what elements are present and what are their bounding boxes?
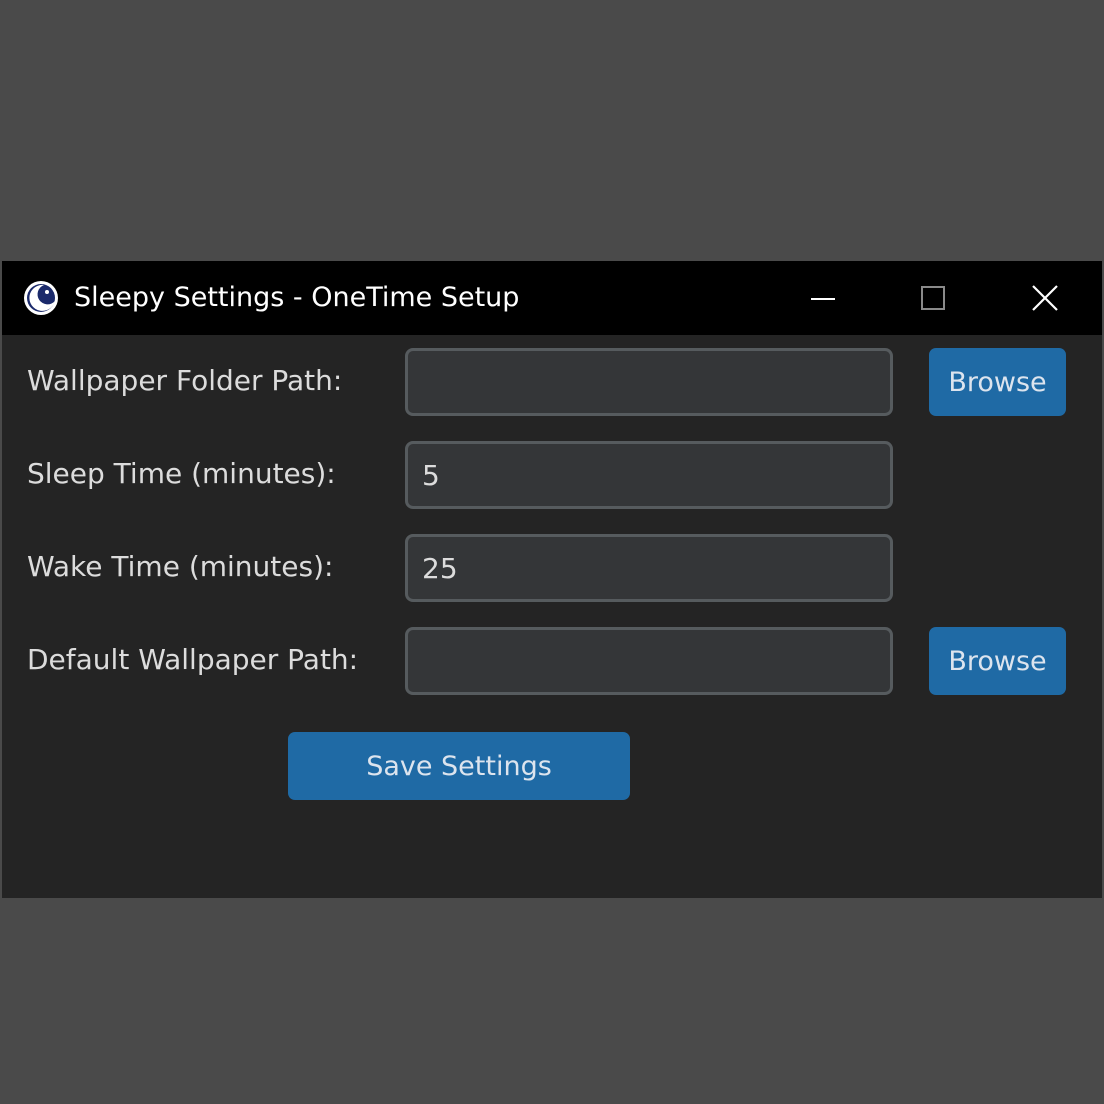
sleep-time-label: Sleep Time (minutes): (27, 457, 336, 490)
close-icon (1032, 285, 1058, 311)
default-wallpaper-label: Default Wallpaper Path: (27, 643, 359, 676)
title-bar[interactable]: Sleepy Settings - OneTime Setup (2, 261, 1102, 335)
wallpaper-folder-input[interactable] (405, 348, 893, 416)
window-title: Sleepy Settings - OneTime Setup (74, 282, 520, 313)
settings-window: Sleepy Settings - OneTime Setup Wallpape… (2, 261, 1102, 898)
moon-app-icon (24, 281, 58, 315)
minimize-button[interactable] (768, 261, 878, 335)
default-wallpaper-browse-button[interactable]: Browse (929, 627, 1066, 695)
maximize-button[interactable] (878, 261, 988, 335)
sleep-time-input[interactable] (405, 441, 893, 509)
default-wallpaper-input[interactable] (405, 627, 893, 695)
maximize-icon (921, 286, 945, 310)
close-button[interactable] (990, 261, 1100, 335)
wake-time-input[interactable] (405, 534, 893, 602)
wake-time-label: Wake Time (minutes): (27, 550, 334, 583)
wallpaper-folder-browse-button[interactable]: Browse (929, 348, 1066, 416)
wallpaper-folder-label: Wallpaper Folder Path: (27, 364, 343, 397)
minimize-icon (811, 298, 835, 300)
save-settings-button[interactable]: Save Settings (288, 732, 630, 800)
